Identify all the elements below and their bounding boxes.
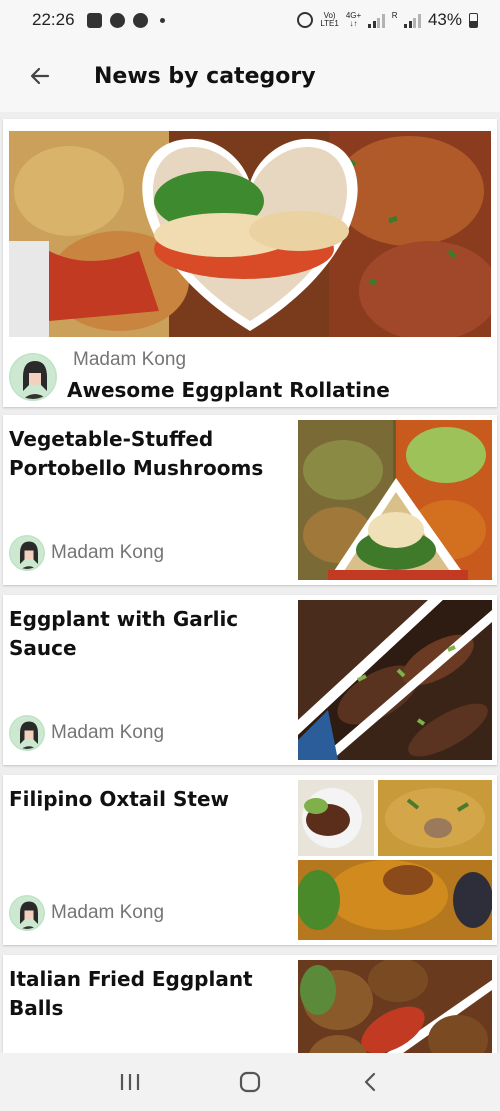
system-back-button[interactable] [340, 1053, 400, 1111]
author-avatar[interactable] [9, 535, 45, 571]
article-card[interactable]: Filipino Oxtail Stew Madam Kong [3, 775, 497, 945]
battery-icon [469, 12, 478, 28]
recents-icon [120, 1074, 140, 1090]
roaming-indicator: R [391, 11, 398, 20]
author-avatar[interactable] [9, 895, 45, 931]
article-author-name: Madam Kong [51, 722, 165, 743]
volte-indicator: Vo) LTE1 [320, 12, 339, 28]
data-indicator: 4G+ ↓↑ [346, 12, 361, 28]
system-nav-bar [0, 1053, 500, 1111]
article-thumbnail[interactable] [298, 780, 492, 940]
article-thumbnail[interactable] [298, 960, 492, 1053]
home-icon [239, 1071, 261, 1093]
article-thumbnail[interactable] [298, 420, 492, 580]
data-arrows-text: ↓↑ [349, 19, 358, 28]
article-title[interactable]: Vegetable-Stuffed Portobello Mushrooms [9, 425, 279, 483]
article-card[interactable]: Vegetable-Stuffed Portobello Mushrooms M… [3, 415, 497, 585]
status-bar: 22:26 Vo) LTE1 4G+ ↓↑ R 43% [0, 0, 500, 40]
volte-bottom-text: LTE1 [320, 19, 339, 28]
article-title[interactable]: Eggplant with Garlic Sauce [9, 605, 279, 663]
home-button[interactable] [220, 1053, 280, 1111]
hero-article-title[interactable]: Awesome Eggplant Rollatine [67, 378, 390, 402]
hero-article-card[interactable]: Madam Kong Awesome Eggplant Rollatine [3, 119, 497, 407]
hero-author-name: Madam Kong [73, 349, 187, 370]
article-title[interactable]: Italian Fried Eggplant Balls [9, 965, 279, 1023]
recents-button[interactable] [100, 1053, 160, 1111]
article-author-row: Madam Kong [9, 715, 164, 751]
app-bar: News by category [0, 40, 500, 112]
facebook-notification-icon [109, 12, 125, 28]
article-author-row: Madam Kong [9, 535, 164, 571]
hero-author-row: Madam Kong Awesome Eggplant Rollatine [9, 349, 491, 409]
page-title: News by category [94, 63, 316, 89]
author-avatar[interactable] [9, 353, 57, 401]
gallery-notification-icon [86, 12, 102, 28]
status-right: Vo) LTE1 4G+ ↓↑ R 43% [297, 10, 478, 30]
status-time: 22:26 [32, 10, 75, 29]
article-title[interactable]: Filipino Oxtail Stew [9, 785, 279, 814]
hero-article-image[interactable] [9, 131, 491, 337]
news-feed[interactable]: Madam Kong Awesome Eggplant Rollatine Ve… [0, 117, 500, 1053]
article-author-name: Madam Kong [51, 542, 165, 563]
arrow-left-icon [30, 67, 50, 85]
article-author-name: Madam Kong [51, 902, 165, 923]
status-left: 22:26 [32, 10, 165, 30]
battery-percent: 43% [427, 10, 462, 29]
author-avatar[interactable] [9, 715, 45, 751]
back-button[interactable] [0, 40, 80, 112]
article-card[interactable]: Eggplant with Garlic Sauce Madam Kong [3, 595, 497, 765]
article-author-row: Madam Kong [9, 895, 164, 931]
back-chevron-icon [364, 1072, 376, 1092]
article-card[interactable]: Italian Fried Eggplant Balls [3, 955, 497, 1053]
more-notifications-icon [159, 17, 165, 23]
signal-2-icon [404, 13, 421, 28]
alarm-icon [297, 12, 314, 28]
signal-1-icon [368, 13, 385, 28]
article-thumbnail[interactable] [298, 600, 492, 760]
messenger-notification-icon [132, 12, 148, 28]
